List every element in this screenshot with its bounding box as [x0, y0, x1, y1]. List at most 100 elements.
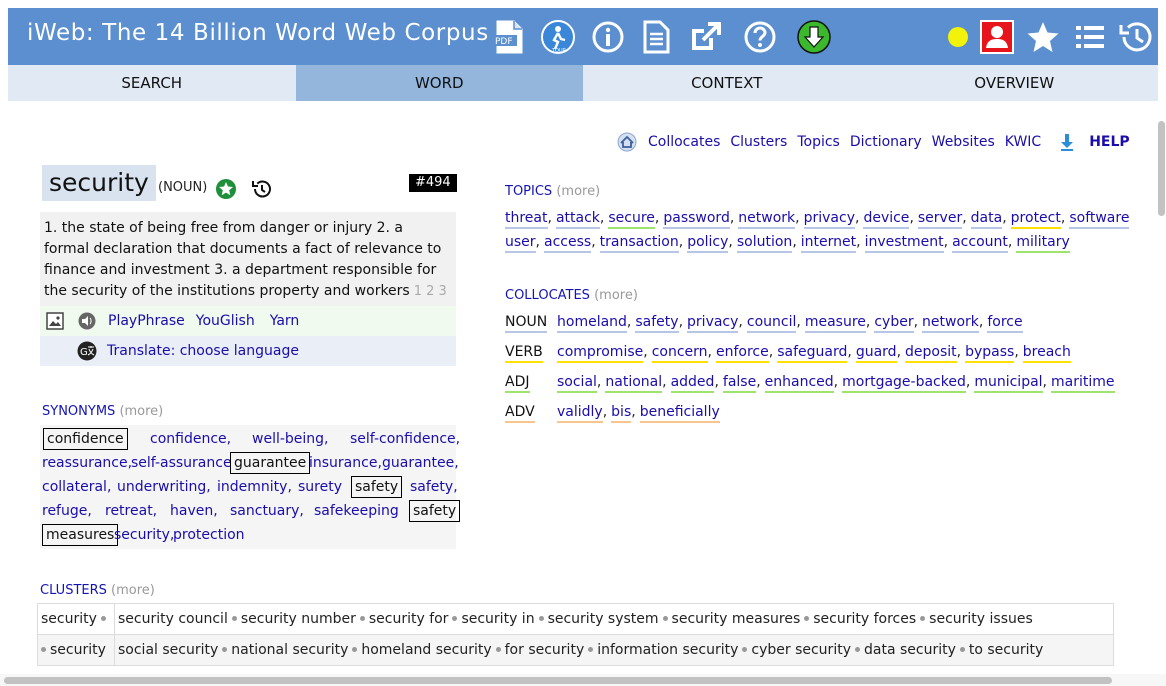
link-collocates[interactable]: Collocates: [648, 134, 720, 150]
user-icon[interactable]: [978, 18, 1016, 56]
topic-word[interactable]: privacy: [803, 210, 855, 229]
collocate-word[interactable]: safeguard: [777, 344, 848, 363]
collocate-word[interactable]: safety: [635, 314, 679, 333]
topic-word[interactable]: protect: [1010, 210, 1061, 229]
tab-overview[interactable]: OVERVIEW: [871, 65, 1159, 101]
cluster-item[interactable]: security in: [461, 611, 534, 627]
link-kwic[interactable]: KWIC: [1005, 134, 1041, 150]
link-topics[interactable]: Topics: [797, 134, 840, 150]
synonym[interactable]: haven,: [170, 502, 218, 520]
horizontal-scroll-thumb[interactable]: [4, 677, 1112, 684]
cluster-item[interactable]: security for: [369, 611, 449, 627]
tab-search[interactable]: SEARCH: [8, 65, 296, 101]
tab-context[interactable]: CONTEXT: [583, 65, 871, 101]
link-websites[interactable]: Websites: [932, 134, 995, 150]
tour-icon[interactable]: TOUR: [539, 18, 577, 56]
collocate-word[interactable]: enforce: [716, 344, 769, 363]
synonym[interactable]: self-confidence,: [350, 430, 460, 448]
synonym[interactable]: retreat,: [105, 502, 157, 520]
synonym[interactable]: confidence,: [150, 430, 231, 448]
collocate-word[interactable]: social: [557, 374, 597, 393]
synonym[interactable]: reassurance,: [42, 454, 132, 472]
synonyms-more-link[interactable]: (more): [119, 404, 163, 419]
synonym-boxed[interactable]: safety: [351, 476, 403, 498]
synonym[interactable]: safekeeping: [314, 502, 399, 520]
document-icon[interactable]: [637, 18, 675, 56]
collocate-word[interactable]: false: [722, 374, 757, 393]
topic-word[interactable]: account: [952, 234, 1008, 253]
cluster-item[interactable]: security forces: [813, 611, 916, 627]
cluster-item[interactable]: for security: [505, 642, 585, 658]
topic-word[interactable]: internet: [800, 234, 857, 253]
cluster-head-cell[interactable]: security: [37, 634, 115, 666]
link-playphrase[interactable]: PlayPhrase: [108, 313, 185, 329]
topics-more-link[interactable]: (more): [556, 184, 600, 199]
collocate-word[interactable]: network: [922, 314, 979, 333]
cluster-item[interactable]: security council: [118, 611, 228, 627]
collocate-word[interactable]: force: [987, 314, 1023, 333]
topic-word[interactable]: policy: [687, 234, 729, 253]
collocate-word[interactable]: beneficially: [639, 404, 720, 423]
collocate-word[interactable]: breach: [1022, 344, 1071, 363]
topic-word[interactable]: user: [505, 234, 536, 253]
translate-link[interactable]: Translate: choose language: [107, 343, 299, 359]
topic-word[interactable]: server: [917, 210, 963, 229]
synonym[interactable]: indemnity,: [217, 478, 292, 496]
favorite-star-icon[interactable]: [215, 178, 237, 204]
cluster-item[interactable]: national security: [231, 642, 348, 658]
collocate-word[interactable]: bypass: [965, 344, 1015, 363]
external-link-icon[interactable]: [687, 18, 725, 56]
topic-word[interactable]: device: [863, 210, 910, 229]
link-clusters[interactable]: Clusters: [730, 134, 787, 150]
topic-word[interactable]: investment: [864, 234, 944, 253]
topic-word[interactable]: access: [544, 234, 592, 253]
cluster-head-cell[interactable]: security: [37, 603, 115, 635]
link-dictionary[interactable]: Dictionary: [850, 134, 922, 150]
cluster-item[interactable]: to security: [969, 642, 1043, 658]
synonym-boxed[interactable]: guarantee: [230, 452, 311, 474]
collocate-word[interactable]: concern: [651, 344, 708, 363]
pdf-icon[interactable]: PDF: [490, 18, 528, 56]
image-icon[interactable]: [46, 312, 64, 330]
vertical-scroll-thumb[interactable]: [1158, 121, 1165, 216]
synonym-boxed[interactable]: safety: [409, 500, 461, 522]
topic-word[interactable]: military: [1016, 234, 1070, 253]
collocate-word[interactable]: privacy: [687, 314, 739, 333]
info-icon[interactable]: [589, 18, 627, 56]
collocate-word[interactable]: national: [605, 374, 663, 393]
cluster-item[interactable]: security issues: [929, 611, 1033, 627]
collocate-word[interactable]: bis: [611, 404, 632, 423]
vertical-scrollbar[interactable]: [1156, 101, 1166, 675]
topic-word[interactable]: solution: [736, 234, 793, 253]
cluster-item[interactable]: cyber security: [751, 642, 851, 658]
cluster-item[interactable]: social security: [118, 642, 218, 658]
word-history-icon[interactable]: [251, 178, 273, 204]
synonym[interactable]: guarantee,: [382, 454, 459, 472]
collocate-word[interactable]: enhanced: [764, 374, 834, 393]
topic-word[interactable]: attack: [555, 210, 600, 229]
clusters-more-link[interactable]: (more): [111, 583, 155, 598]
topic-word[interactable]: password: [663, 210, 730, 229]
download-arrow-icon[interactable]: [1059, 133, 1075, 151]
horizontal-scrollbar[interactable]: [0, 674, 1166, 686]
link-youglish[interactable]: YouGlish: [196, 313, 255, 329]
collocate-word[interactable]: deposit: [905, 344, 957, 363]
audio-icon[interactable]: [78, 312, 96, 330]
cluster-item[interactable]: data security: [864, 642, 956, 658]
home-icon[interactable]: [616, 131, 638, 153]
list-icon[interactable]: [1071, 18, 1109, 56]
cluster-item[interactable]: information security: [597, 642, 738, 658]
collocate-word[interactable]: added: [670, 374, 715, 393]
topic-word[interactable]: threat: [505, 210, 548, 229]
synonym[interactable]: refuge,: [42, 502, 92, 520]
topic-word[interactable]: data: [970, 210, 1003, 229]
synonym[interactable]: collateral,: [42, 478, 111, 496]
synonym-boxed[interactable]: measures: [42, 524, 119, 546]
collocate-word[interactable]: maritime: [1051, 374, 1115, 393]
collocate-word[interactable]: validly: [557, 404, 603, 423]
collocate-word[interactable]: mortgage-backed: [842, 374, 966, 393]
cluster-item[interactable]: homeland security: [361, 642, 491, 658]
link-yarn[interactable]: Yarn: [270, 313, 300, 329]
collocates-more-link[interactable]: (more): [594, 288, 638, 303]
topic-word[interactable]: network: [738, 210, 796, 229]
